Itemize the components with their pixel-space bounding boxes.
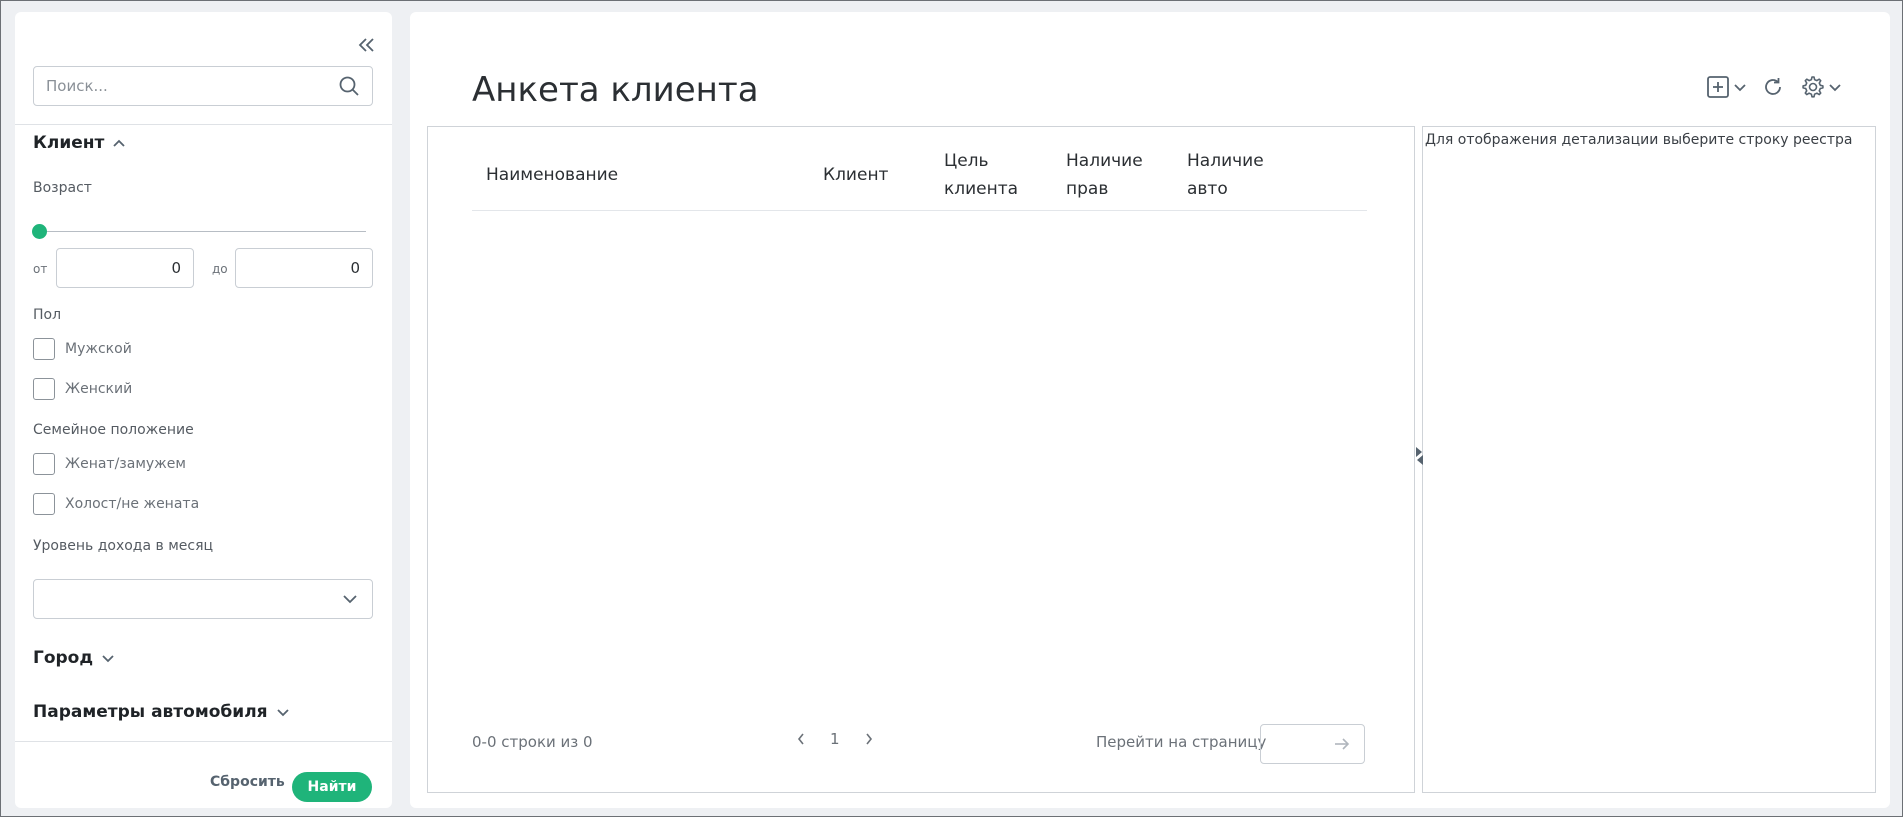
goto-page-label: Перейти на страницу: [1096, 733, 1266, 751]
refresh-icon: [1761, 75, 1785, 99]
prev-page-button[interactable]: [796, 732, 806, 746]
chevron-down-icon: [1733, 82, 1747, 92]
client-section-toggle[interactable]: Клиент: [33, 133, 126, 153]
column-header-goal[interactable]: Цель клиента: [930, 147, 1052, 203]
chevron-left-icon: [796, 732, 806, 746]
add-square-icon: [1706, 75, 1730, 99]
age-slider-track[interactable]: [39, 231, 366, 232]
reset-button[interactable]: Сбросить: [210, 774, 285, 790]
column-header-car[interactable]: Наличие авто: [1173, 147, 1293, 203]
panel-splitter[interactable]: [1414, 126, 1423, 793]
next-page-button[interactable]: [864, 732, 874, 746]
checkbox-label: Холост/не жената: [65, 496, 199, 512]
marital-label: Семейное положение: [33, 422, 194, 438]
age-slider-handle[interactable]: [32, 224, 47, 239]
detail-panel: Для отображения детализации выберите стр…: [1423, 126, 1876, 793]
search-input[interactable]: [46, 77, 338, 95]
search-icon[interactable]: [338, 75, 360, 97]
age-from-input[interactable]: [56, 248, 194, 288]
checkbox[interactable]: [33, 493, 55, 515]
chevron-down-icon: [1828, 82, 1842, 92]
checkbox-label: Мужской: [65, 341, 132, 357]
collapse-sidebar-button[interactable]: [354, 32, 380, 58]
gender-male-checkbox[interactable]: Мужской: [33, 338, 132, 360]
main-panel: Анкета клиента: [410, 12, 1890, 808]
rows-info: 0-0 строки из 0: [472, 733, 593, 751]
gender-female-checkbox[interactable]: Женский: [33, 378, 132, 400]
chevron-down-icon: [276, 707, 290, 717]
column-header-name[interactable]: Наименование: [472, 161, 809, 189]
car-section-title: Параметры автомобиля: [33, 702, 268, 722]
checkbox[interactable]: [33, 453, 55, 475]
find-button[interactable]: Найти: [292, 772, 372, 802]
city-section-toggle[interactable]: Город: [33, 648, 115, 668]
marital-single-checkbox[interactable]: Холост/не жената: [33, 493, 199, 515]
divider: [15, 124, 392, 125]
checkbox[interactable]: [33, 378, 55, 400]
goto-page-input[interactable]: [1260, 724, 1365, 764]
column-header-license[interactable]: Наличие прав: [1052, 147, 1173, 203]
arrow-right-icon[interactable]: [1334, 738, 1350, 750]
collapse-double-chevron-left-icon: [357, 37, 377, 53]
add-button[interactable]: [1706, 75, 1747, 99]
gear-icon: [1799, 74, 1825, 100]
age-to-label: до: [212, 262, 228, 276]
current-page-number[interactable]: 1: [830, 730, 840, 748]
chevron-right-icon: [864, 732, 874, 746]
divider: [15, 741, 392, 742]
page-title: Анкета клиента: [472, 70, 759, 110]
gender-label: Пол: [33, 307, 61, 323]
age-label: Возраст: [33, 180, 92, 196]
income-select[interactable]: [33, 579, 373, 619]
refresh-button[interactable]: [1761, 75, 1785, 99]
chevron-down-icon: [101, 653, 115, 663]
chevron-down-icon: [342, 594, 358, 604]
age-to-input[interactable]: [235, 248, 373, 288]
chevron-up-icon: [112, 138, 126, 148]
pagination: 1: [796, 730, 874, 748]
checkbox[interactable]: [33, 338, 55, 360]
search-box: [33, 66, 373, 106]
table-header: Наименование Клиент Цель клиента Наличие…: [472, 139, 1367, 211]
checkbox-label: Женат/замужем: [65, 456, 186, 472]
registry-table: Наименование Клиент Цель клиента Наличие…: [427, 126, 1414, 793]
marital-married-checkbox[interactable]: Женат/замужем: [33, 453, 186, 475]
city-section-title: Город: [33, 648, 93, 668]
column-header-client[interactable]: Клиент: [809, 161, 930, 189]
splitter-arrows-icon: [1416, 445, 1423, 467]
checkbox-label: Женский: [65, 381, 132, 397]
toolbar: [1706, 74, 1842, 100]
car-section-toggle[interactable]: Параметры автомобиля: [33, 702, 290, 722]
detail-placeholder-text: Для отображения детализации выберите стр…: [1425, 132, 1873, 148]
client-section-title: Клиент: [33, 133, 104, 153]
age-from-label: от: [33, 262, 47, 276]
settings-button[interactable]: [1799, 74, 1842, 100]
filter-sidebar: Клиент Возраст от до Пол Мужской Женский…: [15, 12, 392, 808]
income-label: Уровень дохода в месяц: [33, 538, 213, 554]
